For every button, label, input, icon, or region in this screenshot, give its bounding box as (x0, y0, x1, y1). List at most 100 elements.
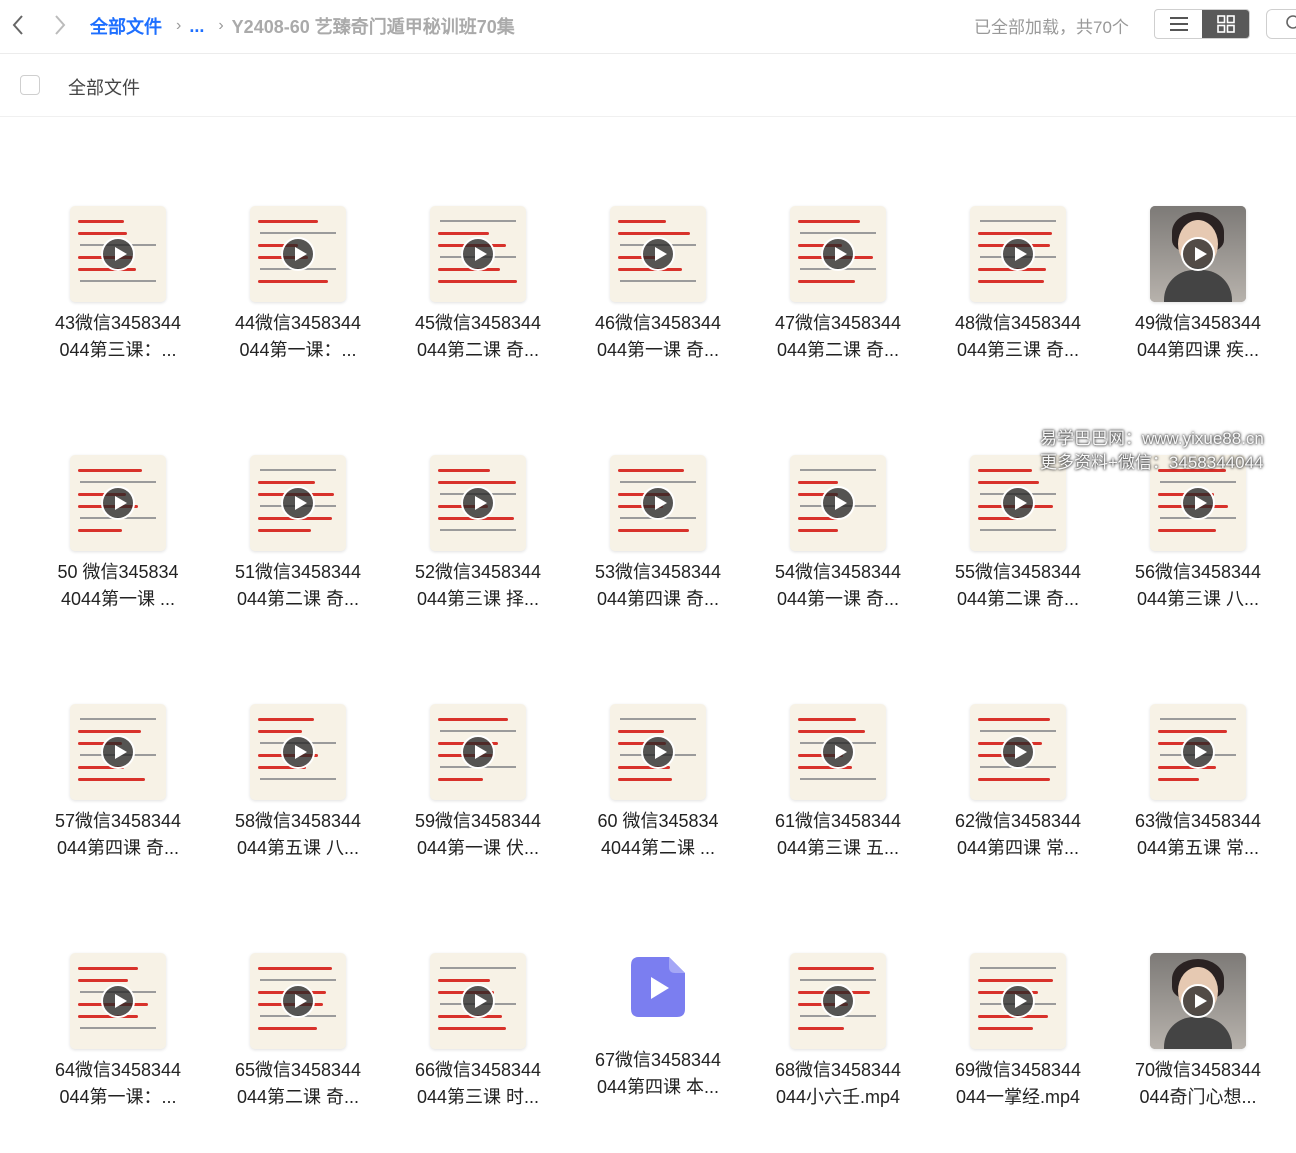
file-tile[interactable]: 45微信3458344 044第二课 奇... (388, 206, 568, 406)
file-name-line: 70微信3458344 (1134, 1060, 1262, 1080)
file-name: 62微信3458344 044第四课 常... (928, 808, 1108, 862)
grid-view-icon[interactable] (1202, 10, 1249, 38)
video-thumbnail (970, 455, 1066, 551)
file-name-line: 48微信3458344 (954, 313, 1082, 333)
play-icon (1001, 735, 1035, 769)
file-name: 60 微信345834 4044第二课 ... (568, 808, 748, 862)
file-name: 61微信3458344 044第三课 五... (748, 808, 928, 862)
file-name-line: 51微信3458344 (234, 562, 362, 582)
current-location-label: 全部文件 (68, 78, 140, 98)
file-name-line: 044奇门心想... (1139, 1087, 1257, 1107)
play-icon (1181, 486, 1215, 520)
file-name-line: 66微信3458344 (414, 1060, 542, 1080)
file-tile[interactable]: 62微信3458344 044第四课 常... (928, 704, 1108, 904)
file-tile[interactable]: 52微信3458344 044第三课 择... (388, 455, 568, 655)
file-name-line: 044第一课：... (59, 1087, 177, 1107)
video-file-icon (631, 957, 685, 1022)
play-icon (281, 735, 315, 769)
video-thumbnail (610, 704, 706, 800)
select-all-checkbox[interactable] (20, 75, 40, 95)
file-tile[interactable]: 59微信3458344 044第一课 伏... (388, 704, 568, 904)
file-name-line: 62微信3458344 (954, 811, 1082, 831)
file-list-header: 全部文件 (0, 54, 1296, 117)
file-tile[interactable]: 69微信3458344 044一掌经.mp4 (928, 953, 1108, 1153)
file-tile[interactable]: 47微信3458344 044第二课 奇... (748, 206, 928, 406)
video-thumbnail (1150, 206, 1246, 302)
file-tile[interactable]: 55微信3458344 044第二课 奇... (928, 455, 1108, 655)
file-name: 48微信3458344 044第三课 奇... (928, 310, 1108, 364)
file-name-line: 4044第二课 ... (600, 838, 716, 858)
file-name: 59微信3458344 044第一课 伏... (388, 808, 568, 862)
file-tile[interactable]: 61微信3458344 044第三课 五... (748, 704, 928, 904)
video-thumbnail (790, 953, 886, 1049)
play-icon (641, 486, 675, 520)
file-name-line: 044第一课 伏... (416, 838, 540, 858)
play-icon (1001, 486, 1035, 520)
file-tile[interactable]: 46微信3458344 044第一课 奇... (568, 206, 748, 406)
file-tile[interactable]: 68微信3458344 044小六壬.mp4 (748, 953, 928, 1153)
file-tile[interactable]: 49微信3458344 044第四课 疾... (1108, 206, 1288, 406)
video-thumbnail (970, 704, 1066, 800)
file-tile[interactable]: 56微信3458344 044第三课 八... (1108, 455, 1288, 655)
play-icon (461, 486, 495, 520)
breadcrumb-root[interactable]: 全部文件 (90, 13, 162, 39)
breadcrumb-separator-icon: › (218, 17, 224, 34)
video-thumbnail (430, 953, 526, 1049)
file-tile[interactable]: 51微信3458344 044第二课 奇... (208, 455, 388, 655)
file-tile[interactable]: 60 微信345834 4044第二课 ... (568, 704, 748, 904)
file-name: 58微信3458344 044第五课 八... (208, 808, 388, 862)
file-name-line: 52微信3458344 (414, 562, 542, 582)
file-name-line: 044第四课 本... (596, 1077, 720, 1097)
video-thumbnail (970, 206, 1066, 302)
play-icon (281, 984, 315, 1018)
file-tile[interactable]: 57微信3458344 044第四课 奇... (28, 704, 208, 904)
breadcrumb-ellipsis[interactable]: ... (189, 16, 204, 37)
file-name-line: 044一掌经.mp4 (955, 1087, 1081, 1107)
file-name: 55微信3458344 044第二课 奇... (928, 559, 1108, 613)
file-name: 53微信3458344 044第四课 奇... (568, 559, 748, 613)
play-icon (101, 486, 135, 520)
video-thumbnail (250, 704, 346, 800)
play-icon (1001, 237, 1035, 271)
play-icon (821, 486, 855, 520)
file-tile[interactable]: 64微信3458344 044第一课：... (28, 953, 208, 1153)
file-tile[interactable]: 50 微信345834 4044第一课 ... (28, 455, 208, 655)
file-tile[interactable]: 70微信3458344 044奇门心想... (1108, 953, 1288, 1153)
search-button[interactable] (1266, 9, 1296, 39)
file-tile[interactable]: 44微信3458344 044第一课：... (208, 206, 388, 406)
file-tile[interactable]: 43微信3458344 044第三课：... (28, 206, 208, 406)
file-tile[interactable]: 65微信3458344 044第二课 奇... (208, 953, 388, 1153)
video-thumbnail (250, 206, 346, 302)
file-tile[interactable]: 66微信3458344 044第三课 时... (388, 953, 568, 1153)
file-name: 56微信3458344 044第三课 八... (1108, 559, 1288, 613)
video-thumbnail (790, 455, 886, 551)
video-thumbnail (250, 953, 346, 1049)
video-thumbnail (790, 704, 886, 800)
file-name-line: 64微信3458344 (54, 1060, 182, 1080)
load-status: 已全部加载，共70个 (974, 18, 1129, 37)
file-tile[interactable]: 63微信3458344 044第五课 常... (1108, 704, 1288, 904)
file-tile[interactable]: 58微信3458344 044第五课 八... (208, 704, 388, 904)
file-name: 52微信3458344 044第三课 择... (388, 559, 568, 613)
file-name-line: 044第三课 八... (1136, 589, 1260, 609)
breadcrumb-separator-icon: › (176, 17, 182, 34)
file-name: 63微信3458344 044第五课 常... (1108, 808, 1288, 862)
file-name-line: 63微信3458344 (1134, 811, 1262, 831)
file-tile[interactable]: 48微信3458344 044第三课 奇... (928, 206, 1108, 406)
play-icon (281, 237, 315, 271)
file-tile[interactable]: 67微信3458344 044第四课 本... (568, 943, 748, 1143)
file-name-line: 044第一课 奇... (776, 589, 900, 609)
chevron-left-icon[interactable] (4, 10, 32, 40)
file-name: 66微信3458344 044第三课 时... (388, 1057, 568, 1111)
file-name-line: 57微信3458344 (54, 811, 182, 831)
file-name-line: 044第三课：... (59, 340, 177, 360)
file-tile[interactable]: 53微信3458344 044第四课 奇... (568, 455, 748, 655)
play-icon (821, 735, 855, 769)
file-tile[interactable]: 54微信3458344 044第一课 奇... (748, 455, 928, 655)
list-view-icon[interactable] (1155, 10, 1202, 38)
play-icon (101, 984, 135, 1018)
file-name-line: 044第四课 奇... (596, 589, 720, 609)
file-name: 70微信3458344 044奇门心想... (1108, 1057, 1288, 1111)
video-thumbnail (250, 455, 346, 551)
chevron-right-icon[interactable] (46, 10, 74, 40)
